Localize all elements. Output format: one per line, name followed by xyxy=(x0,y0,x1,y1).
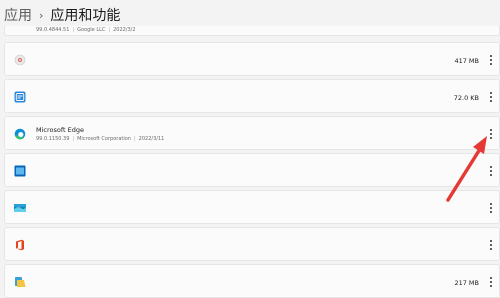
more-options-icon[interactable] xyxy=(488,277,494,287)
window-app-icon xyxy=(14,165,26,177)
list-item[interactable] xyxy=(4,153,500,187)
app-list: 99.0.4844.51 | Google LLC | 2022/3/2 417 MB … xyxy=(4,26,500,298)
more-options-icon[interactable] xyxy=(488,92,494,102)
app-publisher: Microsoft Corporation xyxy=(77,136,131,142)
list-item[interactable] xyxy=(4,227,500,261)
list-item[interactable]: 72.0 KB xyxy=(4,79,500,113)
photo-app-icon xyxy=(14,204,26,212)
app-publisher: Google LLC xyxy=(77,27,106,33)
more-options-icon[interactable] xyxy=(488,55,494,65)
app-meta: 99.0.4844.51 | Google LLC | 2022/3/2 xyxy=(36,27,136,33)
app-date: 2022/3/11 xyxy=(138,136,165,142)
list-item[interactable] xyxy=(4,190,500,224)
more-options-icon[interactable] xyxy=(488,240,494,250)
app-date: 2022/3/2 xyxy=(113,27,136,33)
more-options-icon[interactable] xyxy=(488,129,494,139)
list-item[interactable]: Microsoft Edge 99.0.1150.39 | Microsoft Co… xyxy=(4,116,500,150)
generic-app-icon xyxy=(14,54,26,66)
app-version: 99.0.1150.39 xyxy=(36,136,70,142)
app-meta: 99.0.1150.39 | Microsoft Corporation | 2022/… xyxy=(36,136,165,142)
breadcrumb-chevron-icon: › xyxy=(39,8,44,22)
app-size: 417 MB xyxy=(454,57,479,65)
app-size: 72.0 KB xyxy=(453,94,479,102)
app-name: Microsoft Edge xyxy=(36,126,85,134)
page-title: 应用和功能 xyxy=(50,8,121,24)
app-version: 99.0.4844.51 xyxy=(36,27,70,33)
blue-window-app-icon xyxy=(14,91,26,103)
breadcrumb-apps-link[interactable]: 应用 xyxy=(4,5,32,25)
app-size: 217 MB xyxy=(454,279,479,287)
breadcrumb: 应用 › 应用和功能 xyxy=(4,6,120,24)
list-item[interactable]: 217 MB xyxy=(4,264,500,298)
more-options-icon[interactable] xyxy=(488,203,494,213)
office-icon xyxy=(16,239,24,251)
folder-app-icon xyxy=(15,277,26,287)
list-item[interactable]: 417 MB xyxy=(4,42,500,76)
list-item-partial[interactable]: 99.0.4844.51 | Google LLC | 2022/3/2 xyxy=(4,26,500,36)
more-options-icon[interactable] xyxy=(488,166,494,176)
edge-icon xyxy=(14,128,26,140)
